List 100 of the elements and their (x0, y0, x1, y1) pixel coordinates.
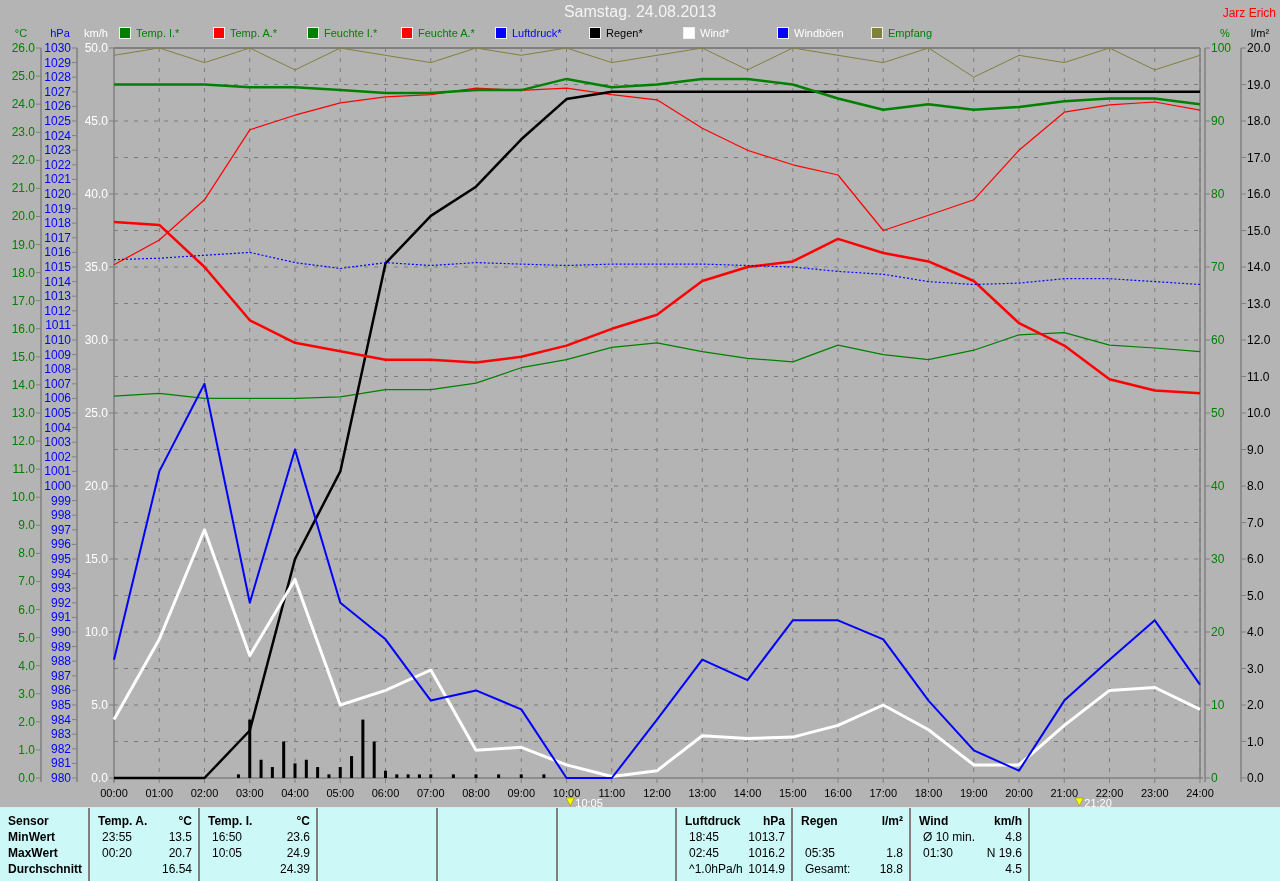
axis-label: 11.0 (12, 462, 35, 477)
rain-bar (417, 774, 421, 778)
axis-label: 985 (50, 698, 71, 712)
axis-label: 17:00 (869, 787, 897, 799)
rain-bar (406, 774, 410, 778)
axis-label: 1027 (44, 84, 71, 99)
axis-label: 3.0 (18, 686, 35, 701)
axis-label: 10.0 (1247, 406, 1271, 420)
rain-bar (259, 759, 263, 778)
axis-label: 3.0 (1247, 661, 1264, 676)
axis-label: 14.0 (11, 377, 35, 392)
axis-label: 01:00 (145, 787, 173, 799)
axis-label: 17.0 (1247, 150, 1271, 165)
axis-label: 15.0 (11, 349, 35, 364)
stats-value: 24.39 (279, 861, 310, 877)
axis-label: 20 (1211, 625, 1225, 639)
axis-label: 5.0 (18, 630, 35, 645)
axis-label: 1.0 (18, 742, 35, 757)
axis-label: 1030 (44, 42, 71, 55)
axis-label: 988 (50, 654, 71, 669)
stats-label: 05:35 (804, 845, 836, 861)
legend-label: Temp. A.* (230, 27, 278, 39)
axis-label: 15:00 (779, 787, 807, 799)
axis-label: 18.0 (1247, 114, 1271, 128)
rain-bar (361, 719, 365, 778)
axis-label: 18.0 (11, 265, 35, 280)
axis-label: 1026 (44, 99, 71, 114)
axis-label: 20.0 (84, 479, 108, 493)
axis-label: 20:00 (1005, 787, 1033, 799)
axis-label: 1019 (44, 201, 71, 216)
axis-label: 14:00 (733, 787, 762, 799)
row-label: MinWert (8, 829, 56, 845)
axis-label: 10.0 (84, 625, 108, 639)
column-header: Wind (919, 813, 949, 829)
axis-label: 2.0 (1247, 698, 1264, 712)
axis-label: 21.0 (11, 181, 35, 196)
legend-label: Windböen (794, 27, 844, 39)
axis-label: 20.0 (1247, 42, 1271, 55)
rain-bar (542, 774, 546, 778)
axis-label: 50 (1211, 406, 1225, 420)
axis-label: 4.0 (18, 658, 35, 673)
axis-label: 30.0 (84, 333, 108, 347)
axis-unit: l/m² (1249, 27, 1271, 39)
axis-label: 30 (1211, 552, 1225, 566)
marker-icon (1075, 797, 1084, 807)
legend-label: Regen* (606, 27, 643, 39)
marker-icon (566, 797, 575, 807)
axis-label: 1021 (44, 172, 71, 187)
stats-label: ^1.0hPa/h (688, 861, 743, 877)
axis-label: 984 (50, 712, 71, 727)
stats-label: 16:50 (211, 829, 243, 845)
axis-label: 100 (1211, 42, 1232, 55)
legend-label: Luftdruck* (512, 27, 562, 39)
axis-label: 23:00 (1141, 787, 1169, 799)
row-label: MaxWert (8, 845, 58, 861)
unit-label: °C (178, 813, 192, 829)
axis-label: 981 (50, 756, 71, 771)
axis-label: 15.0 (84, 552, 108, 566)
axis-label: 08:00 (462, 787, 490, 799)
axis-label: 1016 (44, 245, 71, 260)
axis-label: 12:00 (643, 787, 671, 799)
axis-label: 11.0 (1247, 369, 1270, 384)
axis-label: 983 (50, 727, 71, 742)
axis-label: 8.0 (18, 546, 35, 561)
axis-label: 2.0 (18, 714, 35, 729)
stats-value: 18.8 (879, 861, 903, 877)
axis-label: 1001 (44, 464, 71, 479)
rain-bar (372, 741, 376, 778)
column-header: Temp. A. (98, 813, 148, 829)
axis-label: 1002 (44, 449, 71, 464)
stats-label: 23:55 (101, 829, 133, 845)
column-header: Regen (801, 813, 838, 829)
axis-label: 1009 (44, 347, 71, 362)
axis-label: 40.0 (84, 187, 108, 201)
marker-label: 10:05 (575, 797, 603, 807)
axis-label: 19.0 (1247, 77, 1271, 92)
stats-value: 1.8 (886, 845, 903, 861)
axis-label: 1008 (44, 362, 71, 377)
rain-bar (282, 741, 286, 778)
axis-label: 24.0 (11, 97, 35, 112)
unit-label: hPa (763, 813, 785, 829)
axis-label: 07:00 (417, 787, 445, 799)
rain-bar (236, 774, 240, 778)
axis-label: 1005 (44, 406, 71, 420)
axis-label: 982 (50, 741, 71, 756)
axis-label: 12.0 (1247, 333, 1271, 347)
axis-label: 70 (1211, 260, 1225, 274)
rain-bar (293, 763, 297, 778)
axis-label: 1017 (44, 230, 71, 245)
axis-label: 1.0 (1247, 734, 1264, 749)
stats-value: 4.5 (1005, 861, 1022, 877)
axis-label: 1007 (44, 376, 71, 391)
axis-label: 0.0 (18, 771, 35, 785)
axis-label: 40 (1211, 479, 1225, 493)
stats-label: 00:20 (101, 845, 133, 861)
axis-label: 1018 (44, 216, 71, 231)
legend-label: Feuchte I.* (324, 27, 378, 39)
axis-label: 995 (50, 552, 71, 566)
axis-unit: km/h (83, 27, 109, 39)
axis-label: 999 (50, 493, 71, 508)
